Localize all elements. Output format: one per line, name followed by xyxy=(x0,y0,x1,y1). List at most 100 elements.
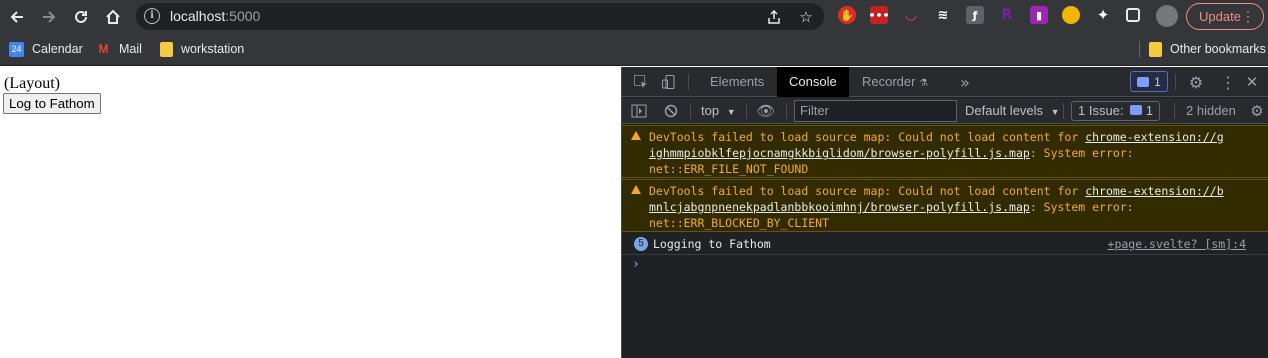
gmail-icon: M xyxy=(98,42,109,56)
side-panel-icon[interactable] xyxy=(1126,8,1140,22)
source-map-link[interactable]: chrome-extension://g xyxy=(1085,130,1223,144)
log-levels-label: Default levels xyxy=(965,103,1044,118)
source-map-link[interactable]: ighmmpiobklfepjocnamgkkbiglidom/browser-… xyxy=(649,146,1030,160)
other-bookmarks[interactable]: Other bookmarks xyxy=(1149,40,1266,58)
repeat-count-badge: 5 xyxy=(634,237,648,251)
toolbar-divider xyxy=(1174,103,1175,119)
hidden-count: 2 hidden xyxy=(1186,103,1236,118)
bookmark-workstation[interactable]: workstation xyxy=(160,40,244,58)
extension-dots-icon[interactable]: ••• xyxy=(868,6,890,24)
console-warning-row: DevTools failed to load source map: Coul… xyxy=(622,179,1268,232)
close-icon[interactable]: ✕ xyxy=(1242,72,1262,92)
message-icon xyxy=(1130,105,1143,115)
message-icon xyxy=(1137,76,1150,87)
context-selector[interactable]: top ▼ xyxy=(701,98,736,124)
address-bar[interactable]: i localhost:5000 ☆ xyxy=(136,3,824,30)
issues-count: 1 xyxy=(1145,103,1154,118)
tab-recorder[interactable]: Recorder ⚗ xyxy=(850,67,940,97)
bookmark-calendar[interactable]: 24 Calendar xyxy=(9,40,83,58)
bookmark-label: workstation xyxy=(181,42,245,56)
layout-text: (Layout) xyxy=(4,75,60,92)
eye-icon[interactable]: 👁 xyxy=(756,102,776,120)
url-port: :5000 xyxy=(225,8,261,24)
source-map-link[interactable]: mnlcjabgnpnenekpadlanbbkooimhnj/browser-… xyxy=(649,200,1030,214)
dropdown-arrow-icon: ▼ xyxy=(1050,107,1060,117)
warning-line: mnlcjabgnpnenekpadlanbbkooimhnj/browser-… xyxy=(649,200,1134,214)
log-source-link[interactable]: +page.svelte? [sm]:4 xyxy=(1108,237,1246,251)
warning-text: : System error: xyxy=(1029,146,1134,160)
arrow-right-icon xyxy=(43,11,56,23)
console-prompt[interactable]: › xyxy=(632,257,640,272)
warning-line: DevTools failed to load source map: Coul… xyxy=(649,184,1224,198)
log-message: Logging to Fathom xyxy=(653,237,771,251)
share-icon[interactable] xyxy=(764,7,784,27)
folder-icon xyxy=(160,41,173,57)
adblock-extension-icon[interactable]: ✋ xyxy=(838,6,856,24)
console-filter-input[interactable]: Filter xyxy=(794,100,957,122)
arrow-left-icon xyxy=(10,11,23,23)
kebab-menu-icon[interactable]: ⋮ xyxy=(1241,4,1255,29)
toolbar-divider xyxy=(690,103,691,119)
console-filter-bar: top ▼ 👁 Filter Default levels ▼ 1 Issue:… xyxy=(622,98,1268,124)
folder-icon xyxy=(1149,41,1162,57)
pocket-icon[interactable]: ◡ xyxy=(902,6,920,24)
bookmark-mail[interactable]: M Mail xyxy=(96,40,142,58)
dropdown-arrow-icon: ▼ xyxy=(726,107,736,117)
profile-avatar[interactable] xyxy=(1156,5,1178,27)
r-extension-icon[interactable]: R xyxy=(998,6,1016,24)
toolbar-divider xyxy=(786,103,787,119)
home-button[interactable] xyxy=(100,4,126,30)
toolbar-divider xyxy=(1175,74,1176,90)
warning-line: net::ERR_BLOCKED_BY_CLIENT xyxy=(649,216,829,230)
sidebar-toggle-icon[interactable] xyxy=(630,102,648,120)
tab-recorder-label: Recorder xyxy=(862,74,916,89)
bookmark-label: Other bookmarks xyxy=(1170,42,1266,56)
log-levels-dropdown[interactable]: Default levels ▼ xyxy=(965,98,1060,124)
issues-counter[interactable]: 1 Issue: 1 xyxy=(1071,101,1161,121)
forward-button[interactable] xyxy=(36,4,62,30)
bookmark-label: Calendar xyxy=(32,42,83,56)
log-to-fathom-button[interactable]: Log to Fathom xyxy=(3,93,101,114)
chart-extension-icon[interactable]: ▮ xyxy=(1030,6,1048,24)
bookmarks-divider xyxy=(1139,41,1140,58)
update-label: Update xyxy=(1199,9,1241,24)
coin-extension-icon[interactable] xyxy=(1062,6,1080,24)
console-settings-gear-icon[interactable]: ⚙ xyxy=(1248,102,1266,120)
update-button[interactable]: Update ⋮ xyxy=(1186,3,1264,30)
settings-gear-icon[interactable]: ⚙ xyxy=(1186,72,1206,92)
warning-text: DevTools failed to load source map: Coul… xyxy=(649,130,1086,144)
kebab-menu-icon[interactable]: ⋮ xyxy=(1218,72,1238,92)
toolbar-divider xyxy=(688,74,689,90)
calendar-icon: 24 xyxy=(9,41,24,57)
back-button[interactable] xyxy=(4,4,30,30)
browser-toolbar: i localhost:5000 ☆ ✋ ••• ◡ ≋ ƒ R ▮ ✦ Upd… xyxy=(0,0,1268,33)
flask-icon: ⚗ xyxy=(919,78,929,89)
issues-badge[interactable]: 1 xyxy=(1130,71,1168,92)
tab-elements[interactable]: Elements xyxy=(698,67,776,97)
devtools-panel: Elements Console Recorder ⚗ » 1 ⚙ ⋮ ✕ to… xyxy=(621,67,1268,358)
warning-text: : System error: xyxy=(1029,200,1134,214)
more-tabs-chevron-icon[interactable]: » xyxy=(956,73,974,92)
layers-extension-icon[interactable]: ≋ xyxy=(934,6,952,24)
warning-line: net::ERR_FILE_NOT_FOUND xyxy=(649,162,808,176)
reload-icon xyxy=(75,10,87,23)
url-host: localhost xyxy=(170,8,226,24)
bookmark-star-icon[interactable]: ☆ xyxy=(796,7,816,27)
tab-console[interactable]: Console xyxy=(777,67,849,97)
warning-line: ighmmpiobklfepjocnamgkkbiglidom/browser-… xyxy=(649,146,1134,160)
bookmarks-bar: 24 Calendar M Mail workstation Other boo… xyxy=(0,33,1268,66)
puzzle-extensions-icon[interactable]: ✦ xyxy=(1094,6,1112,24)
warning-text: net::ERR_FILE_NOT_FOUND xyxy=(649,162,809,176)
context-label: top xyxy=(701,103,720,118)
inspect-element-icon[interactable] xyxy=(632,73,650,91)
clear-console-icon[interactable] xyxy=(662,102,680,120)
warning-triangle-icon xyxy=(631,131,641,140)
font-extension-icon[interactable]: ƒ xyxy=(966,6,984,24)
site-info-icon[interactable]: i xyxy=(144,8,160,24)
device-toolbar-icon[interactable] xyxy=(660,73,678,91)
source-map-link[interactable]: chrome-extension://b xyxy=(1085,184,1223,198)
console-warning-row: DevTools failed to load source map: Coul… xyxy=(622,125,1268,178)
url-text: localhost:5000 xyxy=(170,8,260,24)
reload-button[interactable] xyxy=(68,4,94,30)
warning-triangle-icon xyxy=(631,185,641,194)
